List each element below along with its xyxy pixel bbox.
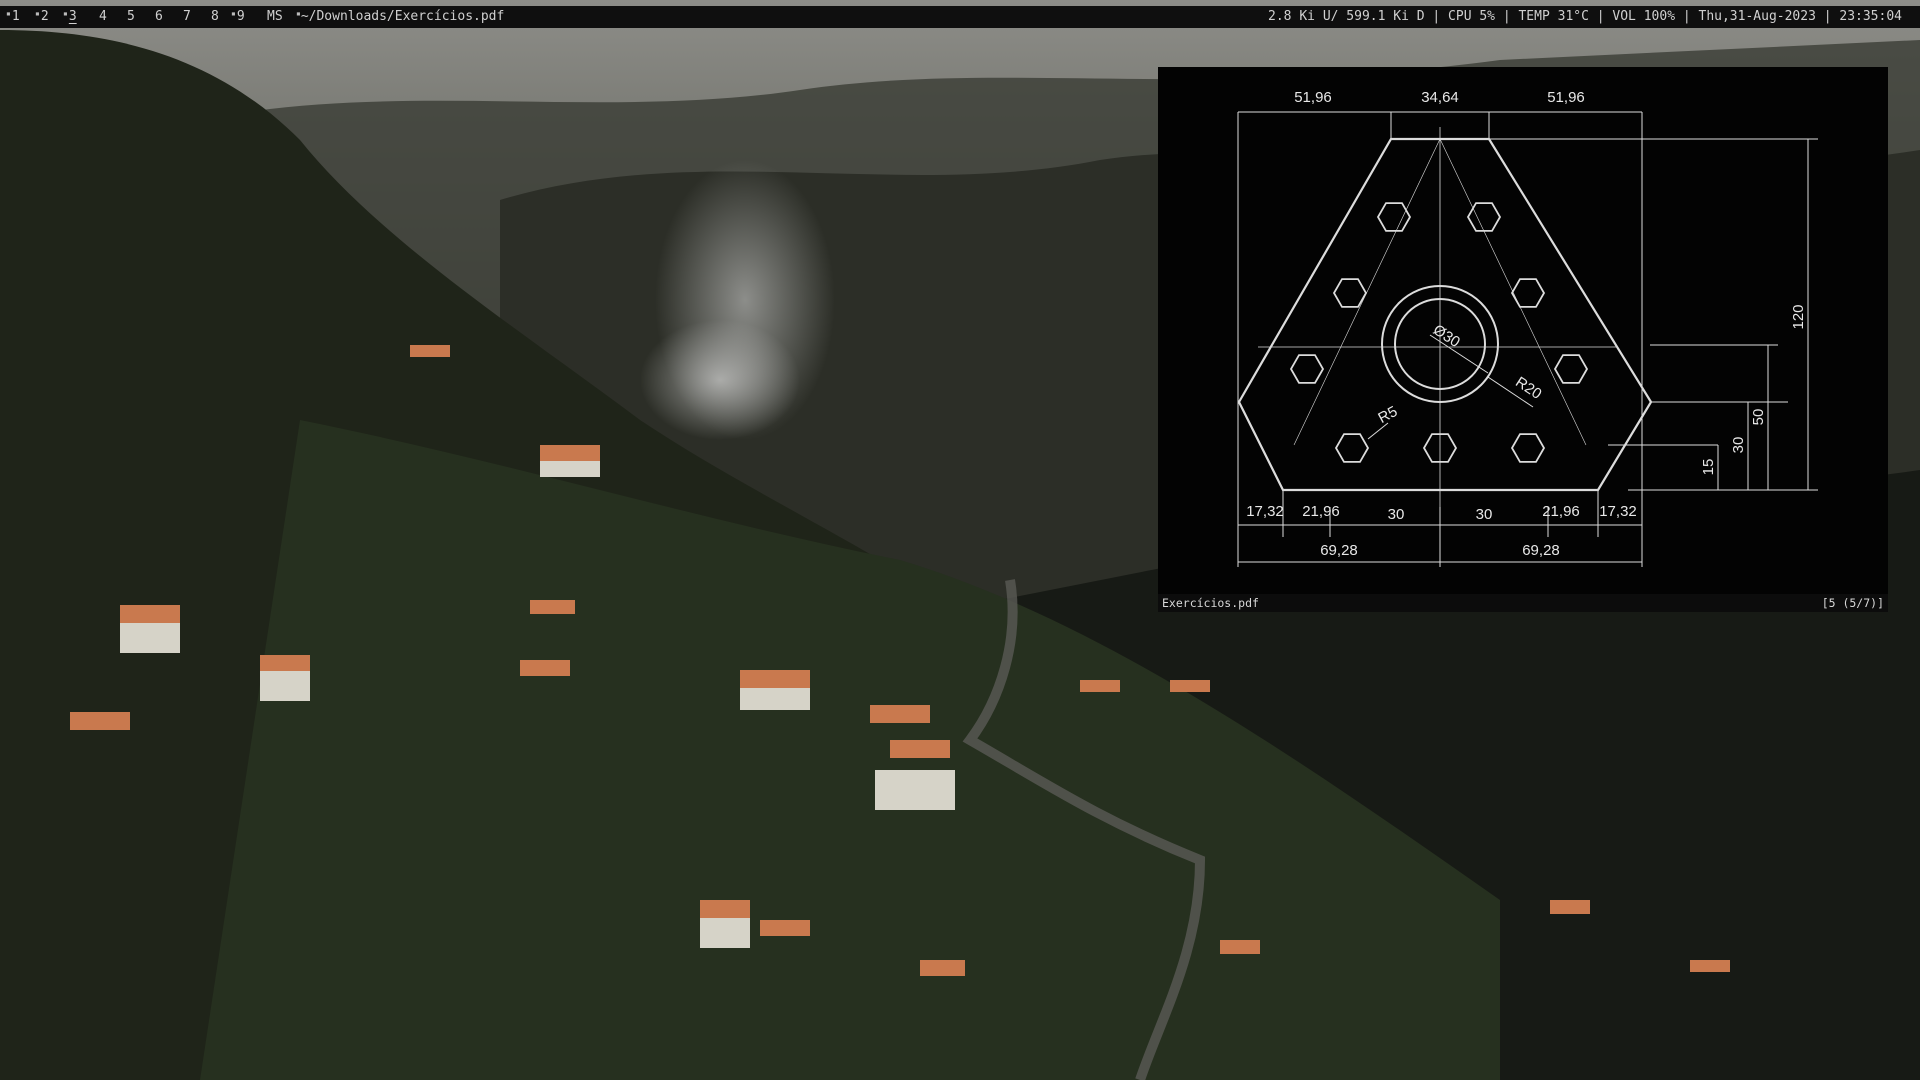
- hex-hole: [1376, 202, 1412, 232]
- hex-hole: [1553, 354, 1589, 384]
- dim-bottom-5: 21,96: [1542, 503, 1580, 520]
- dim-bottom-3: 30: [1388, 506, 1405, 523]
- part-outline: [1237, 137, 1653, 492]
- workspace-2[interactable]: ▪2: [35, 6, 49, 28]
- workspace-9[interactable]: ▪9: [231, 6, 245, 28]
- workspace-5[interactable]: 5: [127, 6, 135, 28]
- layout-indicator[interactable]: MS: [267, 6, 283, 28]
- dim-bottom-2: 21,96: [1302, 503, 1340, 520]
- dim-bottom-4: 30: [1476, 506, 1493, 523]
- dim-bottom-6: 17,32: [1599, 503, 1637, 520]
- dim-top-1: 51,96: [1294, 89, 1332, 106]
- hex-hole: [1510, 433, 1546, 463]
- dim-bottom-1: 17,32: [1246, 503, 1284, 520]
- dim-right-120: 120: [1790, 304, 1807, 329]
- radius-large-label: R20: [1512, 374, 1544, 403]
- viewer-filename: Exercícios.pdf: [1162, 596, 1259, 610]
- workspace-8[interactable]: 8: [211, 6, 219, 28]
- hex-hole: [1289, 354, 1325, 384]
- dim-right-50: 50: [1750, 409, 1767, 426]
- dim-bottom-right-total: 69,28: [1522, 542, 1560, 559]
- hex-hole: [1466, 202, 1502, 232]
- status-bar: ▪1 ▪2 ▪3 4 5 6 7 8 ▪9 MS ▪~/Downloads/Ex…: [0, 6, 1920, 28]
- viewer-statusline: Exercícios.pdf [5 (5/7)]: [1158, 594, 1888, 612]
- pdf-page[interactable]: 51,96 34,64 51,96 120 50 30 15 17,32 21,…: [1158, 67, 1888, 594]
- workspace-1[interactable]: ▪1: [6, 6, 20, 28]
- window-title: ▪~/Downloads/Exercícios.pdf: [296, 9, 505, 24]
- dim-top-2: 34,64: [1421, 89, 1459, 106]
- hex-hole: [1334, 433, 1370, 463]
- viewer-page-indicator: [5 (5/7)]: [1821, 596, 1884, 610]
- window-title-text: ~/Downloads/Exercícios.pdf: [300, 9, 505, 24]
- pdf-viewer-window[interactable]: 51,96 34,64 51,96 120 50 30 15 17,32 21,…: [1158, 67, 1888, 612]
- dim-right-30: 30: [1730, 437, 1747, 454]
- dim-top-3: 51,96: [1547, 89, 1585, 106]
- dim-bottom-left-total: 69,28: [1320, 542, 1358, 559]
- hex-hole: [1332, 278, 1368, 308]
- technical-drawing: 51,96 34,64 51,96 120 50 30 15 17,32 21,…: [1237, 89, 1818, 567]
- dim-right-15: 15: [1700, 459, 1717, 476]
- workspace-6[interactable]: 6: [155, 6, 163, 28]
- system-status: 2.8 Ki U/ 599.1 Ki D | CPU 5% | TEMP 31°…: [1268, 9, 1902, 24]
- workspace-3[interactable]: ▪3: [63, 6, 77, 28]
- workspace-7[interactable]: 7: [183, 6, 191, 28]
- workspace-4[interactable]: 4: [99, 6, 107, 28]
- hex-hole: [1510, 278, 1546, 308]
